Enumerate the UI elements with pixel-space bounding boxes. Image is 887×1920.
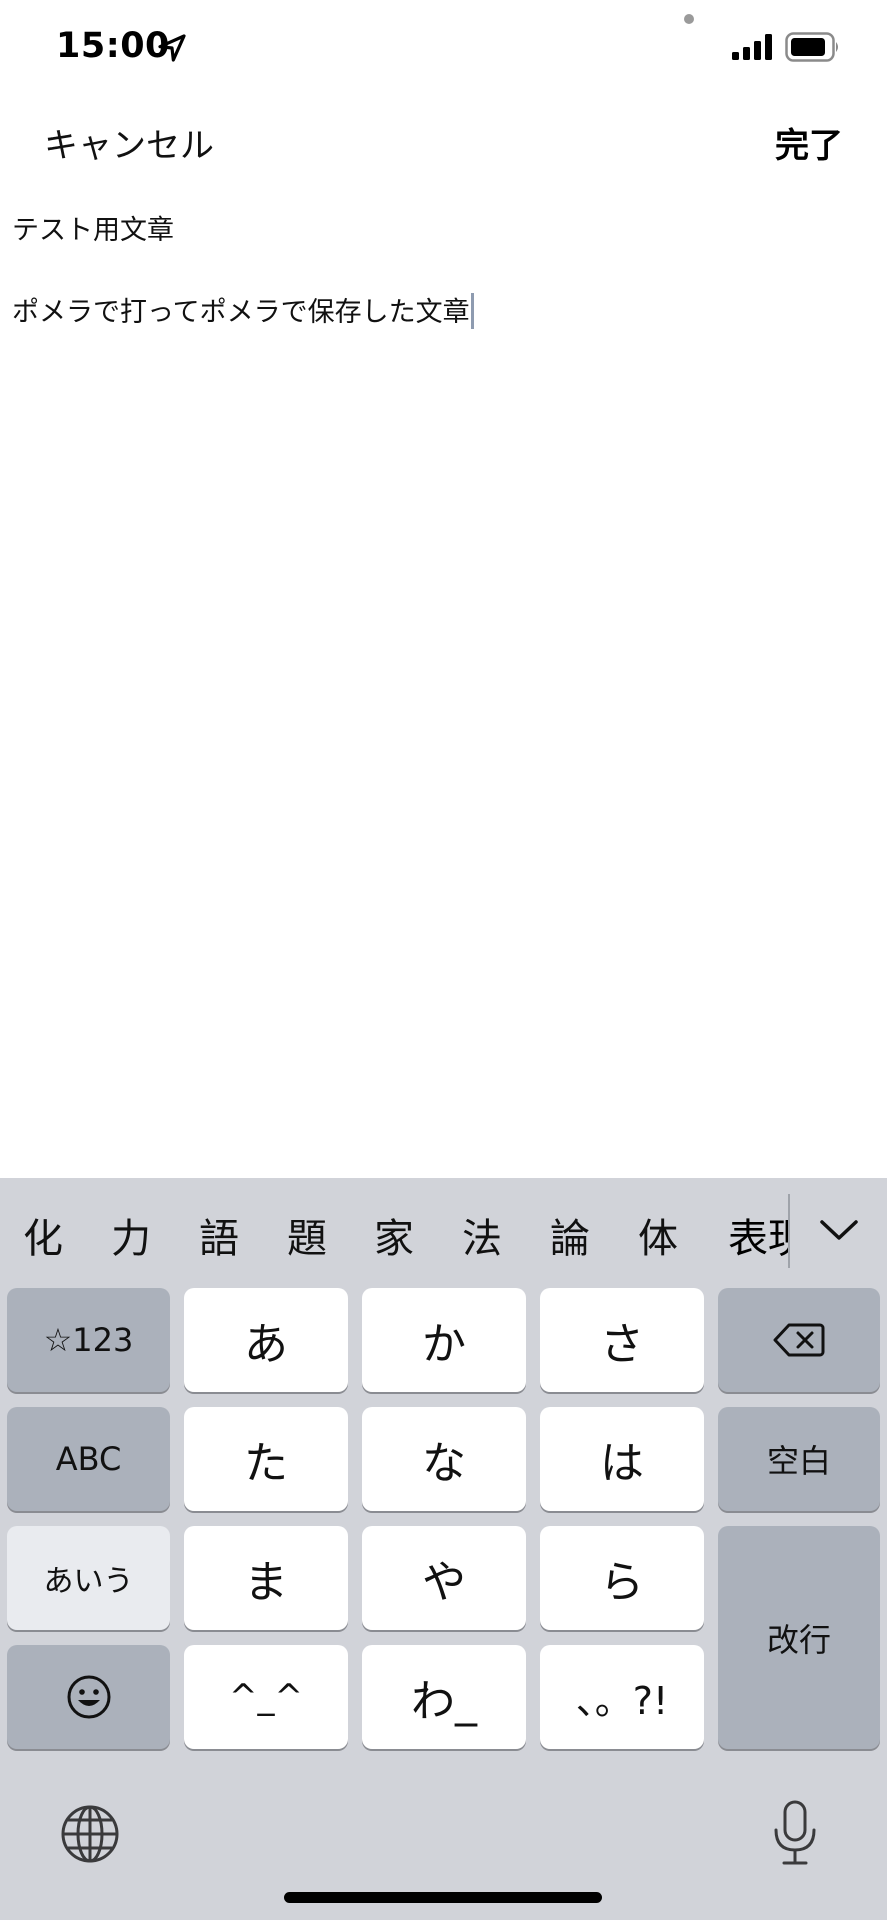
camera-indicator-dot	[684, 14, 694, 24]
key-na-label: な	[422, 1438, 466, 1489]
key-a-label: あ	[244, 1319, 288, 1370]
key-ya[interactable]: や	[362, 1526, 526, 1630]
backspace-icon	[773, 1323, 825, 1357]
key-ta[interactable]: た	[184, 1407, 348, 1511]
key-ma-label: ま	[244, 1557, 288, 1608]
key-kaomoji-label: ^_^	[229, 1677, 303, 1717]
status-time: 15:00	[56, 26, 170, 66]
key-abc-label: ABC	[55, 1440, 122, 1478]
key-abc[interactable]: ABC	[7, 1407, 170, 1511]
candidate-9[interactable]: 表現	[728, 1206, 788, 1264]
text-line-1[interactable]: テスト用文章	[12, 208, 174, 247]
key-sa[interactable]: さ	[540, 1288, 704, 1392]
signal-bars-icon	[732, 34, 772, 60]
key-space[interactable]: 空白	[718, 1407, 880, 1511]
key-ha[interactable]: は	[540, 1407, 704, 1511]
battery-icon	[785, 32, 838, 62]
candidate-bar: 化 力 語 題 家 法 論 体 表現	[0, 1178, 887, 1284]
candidate-5[interactable]: 家	[364, 1206, 424, 1264]
text-line-1-content: テスト用文章	[12, 215, 174, 246]
key-ha-label: は	[600, 1438, 644, 1489]
candidate-divider	[788, 1194, 790, 1268]
candidate-3[interactable]: 語	[189, 1206, 249, 1264]
key-ra-label: ら	[600, 1557, 644, 1608]
key-ka[interactable]: か	[362, 1288, 526, 1392]
key-wa[interactable]: わ_	[362, 1645, 526, 1749]
key-emoji[interactable]	[7, 1645, 170, 1749]
key-sa-label: さ	[600, 1319, 644, 1370]
candidate-7[interactable]: 論	[540, 1206, 600, 1264]
key-punctuation[interactable]: 、。?!	[540, 1645, 704, 1749]
text-line-2[interactable]: ポメラで打ってポメラで保存した文章	[12, 290, 474, 329]
key-aiu-label: あいう	[43, 1564, 134, 1599]
key-ta-label: た	[244, 1438, 288, 1489]
key-wa-label: わ_	[411, 1676, 477, 1727]
candidate-8[interactable]: 体	[628, 1206, 688, 1264]
key-symbols-label: ☆123	[43, 1321, 134, 1359]
location-arrow-icon	[158, 34, 186, 62]
key-space-label: 空白	[766, 1442, 831, 1480]
key-symbols[interactable]: ☆123	[7, 1288, 170, 1392]
home-indicator[interactable]	[284, 1892, 602, 1903]
cancel-button[interactable]: キャンセル	[44, 118, 214, 167]
candidate-2[interactable]: 力	[101, 1206, 161, 1264]
key-punctuation-label: 、。?!	[575, 1678, 669, 1723]
key-return-label: 改行	[766, 1620, 831, 1659]
key-ka-label: か	[422, 1319, 466, 1370]
text-line-2-content: ポメラで打ってポメラで保存した文章	[12, 297, 470, 328]
key-a[interactable]: あ	[184, 1288, 348, 1392]
globe-icon[interactable]	[60, 1804, 120, 1864]
key-aiu[interactable]: あいう	[7, 1526, 170, 1630]
chevron-down-icon[interactable]	[816, 1210, 862, 1250]
candidate-4[interactable]: 題	[277, 1206, 337, 1264]
candidate-1[interactable]: 化	[13, 1206, 73, 1264]
done-button[interactable]: 完了	[775, 118, 843, 167]
key-return[interactable]: 改行	[718, 1526, 880, 1749]
text-caret	[470, 293, 474, 329]
keyboard: 化 力 語 題 家 法 論 体 表現 ☆123 あ か さ ABC た な	[0, 1178, 887, 1920]
key-na[interactable]: な	[362, 1407, 526, 1511]
key-kaomoji[interactable]: ^_^	[184, 1645, 348, 1749]
emoji-icon	[67, 1675, 110, 1719]
key-ya-label: や	[422, 1557, 466, 1608]
key-ma[interactable]: ま	[184, 1526, 348, 1630]
key-ra[interactable]: ら	[540, 1526, 704, 1630]
microphone-icon[interactable]	[770, 1800, 820, 1866]
key-backspace[interactable]	[718, 1288, 880, 1392]
candidate-6[interactable]: 法	[452, 1206, 512, 1264]
